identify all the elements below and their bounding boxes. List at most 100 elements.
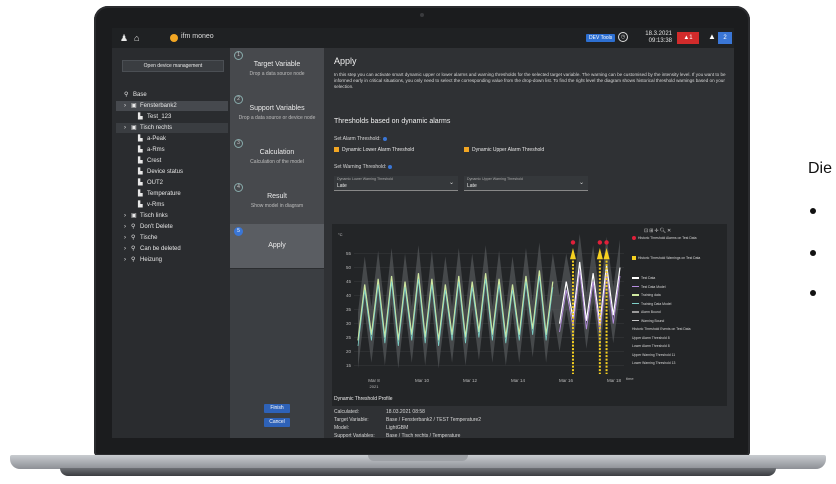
- cancel-button[interactable]: Cancel: [264, 418, 290, 427]
- y-axis-label: °C: [338, 232, 343, 237]
- chevron-right-icon[interactable]: ›: [124, 101, 126, 111]
- legend-entry[interactable]: Lower Alarm Threshold 8: [632, 344, 670, 348]
- tree-item[interactable]: ▙ v-Rms: [116, 200, 228, 210]
- tree-item-label: OUT2: [147, 180, 164, 186]
- chevron-right-icon[interactable]: ›: [124, 211, 126, 221]
- chevron-right-icon[interactable]: ›: [124, 123, 126, 133]
- alarm-count: 1: [689, 35, 693, 41]
- tree-item[interactable]: ⚲ Base: [116, 90, 228, 100]
- legend-entry[interactable]: Historic Threshold Alarms on Test Data: [632, 236, 696, 241]
- reset-icon[interactable]: ✕: [667, 228, 672, 234]
- tree-item[interactable]: ▙ Temperature: [116, 189, 228, 199]
- tree-item[interactable]: ▙ Test_123: [116, 112, 228, 122]
- tree-item[interactable]: › ⚲ Tische: [116, 233, 228, 243]
- tree-item-label: Tisch rechts: [140, 125, 173, 131]
- alarm-marker: [597, 240, 603, 245]
- sensor-icon: ▙: [138, 158, 143, 164]
- wizard-step[interactable]: 4 Result Show model in diagram: [230, 180, 324, 225]
- tree-item[interactable]: › ▣ Tisch links: [116, 211, 228, 221]
- legend-label: Warning Bound: [641, 318, 665, 323]
- chevron-right-icon[interactable]: ›: [124, 233, 126, 243]
- legend-entry[interactable]: Warning Bound: [632, 319, 664, 323]
- y-tick-label: 20: [346, 349, 352, 354]
- tree-item[interactable]: › ▣ Tisch rechts: [116, 123, 228, 133]
- device-icon: ▣: [131, 125, 137, 131]
- step-number: 1: [234, 51, 243, 60]
- legend-entry[interactable]: Training data: [632, 293, 661, 297]
- upper-warning-select[interactable]: Dynamic Upper Warning Threshold Late ⌄: [464, 176, 588, 191]
- open-device-management-button[interactable]: Open device management: [122, 60, 224, 72]
- wizard-step[interactable]: 5 Apply: [230, 224, 324, 269]
- legend-entry[interactable]: Historic Threshold Events on Test Data: [632, 327, 690, 331]
- home-icon[interactable]: ⌂: [134, 33, 139, 43]
- legend-entry[interactable]: Training Data Model: [632, 302, 671, 306]
- profile-value: Base / Tisch rechts / Temperature: [386, 433, 461, 438]
- info-badge[interactable]: 2: [718, 32, 732, 44]
- wizard-step[interactable]: 1 Target Variable Drop a data source node: [230, 48, 324, 93]
- lower-warning-select[interactable]: Dynamic Lower Warning Threshold Late ⌄: [334, 176, 458, 191]
- legend-entry[interactable]: Upper Warning Threshold 11: [632, 353, 675, 357]
- legend-entry[interactable]: Historic Threshold Warnings on Test Data: [632, 256, 700, 261]
- dev-tools-button[interactable]: DEV Tools: [586, 34, 616, 42]
- upper-warning-value: Late: [467, 183, 477, 189]
- legend-swatch: [632, 294, 639, 296]
- laptop-base: [0, 452, 836, 482]
- tree-item[interactable]: › ▣ Fensterbank2: [116, 101, 228, 111]
- datetime: 18.3.2021 09:13:38: [638, 31, 672, 45]
- tree-item[interactable]: ▙ Crest: [116, 156, 228, 166]
- tree-item[interactable]: › ⚲ Heizung: [116, 255, 228, 265]
- sensor-icon: ▙: [138, 147, 143, 153]
- help-icon[interactable]: [382, 136, 387, 141]
- thresholds-heading: Thresholds based on dynamic alarms: [334, 118, 451, 125]
- network-icon: ⚲: [131, 235, 136, 241]
- legend-label: Historic Threshold Events on Test Data: [632, 327, 691, 331]
- tree-item[interactable]: ▙ Device status: [116, 167, 228, 177]
- legend-entry[interactable]: Alarm Bound: [632, 310, 661, 314]
- step-title: Result: [267, 193, 287, 200]
- warning-icon[interactable]: ▲: [708, 32, 716, 41]
- user-icon[interactable]: ♟: [120, 33, 128, 43]
- brand-logo-icon: [170, 34, 178, 42]
- legend-label: Lower Warning Threshold 13: [632, 361, 676, 365]
- tree-item-label: Heizung: [140, 257, 163, 263]
- top-bar: ♟ ⌂ ifm moneo DEV Tools ◷ 18.3.2021 09:1…: [112, 28, 734, 49]
- profile-label: Support Variables:: [334, 433, 375, 438]
- tree-item-label: a-Rms: [147, 147, 165, 153]
- clock-icon[interactable]: ◷: [618, 32, 628, 42]
- legend-entry[interactable]: Test Data Model: [632, 285, 666, 289]
- wizard-step[interactable]: 3 Calculation Calculation of the model: [230, 136, 324, 181]
- checkbox-checked-icon: [464, 147, 469, 153]
- legend-entry[interactable]: Test Data: [632, 276, 655, 280]
- legend-label: Training Data Model: [641, 301, 672, 306]
- y-tick-label: 30: [346, 321, 352, 326]
- tree-item[interactable]: › ⚲ Don't Delete: [116, 222, 228, 232]
- tree-item[interactable]: ▙ OUT2: [116, 178, 228, 188]
- chevron-right-icon[interactable]: ›: [124, 222, 126, 232]
- tree-item[interactable]: › ⚲ Can be deleted: [116, 244, 228, 254]
- legend-label: Upper Alarm Threshold 8: [632, 335, 670, 340]
- device-icon: ▣: [131, 213, 137, 219]
- finish-button[interactable]: Finish: [264, 404, 290, 413]
- step-subtitle: Show model in diagram: [250, 203, 304, 209]
- step-subtitle: Drop a data source node: [249, 71, 305, 77]
- tree-item[interactable]: ▙ a-Rms: [116, 145, 228, 155]
- help-icon[interactable]: [388, 164, 393, 169]
- chevron-right-icon[interactable]: ›: [124, 244, 126, 254]
- wizard-step[interactable]: 2 Support Variables Drop a data source or …: [230, 92, 324, 137]
- upper-alarm-checkbox[interactable]: Dynamic Upper Alarm Threshold: [464, 147, 544, 153]
- legend-entry[interactable]: Upper Alarm Threshold 8: [632, 336, 670, 340]
- legend-entry[interactable]: Lower Warning Threshold 13: [632, 361, 675, 365]
- chevron-right-icon[interactable]: ›: [124, 255, 126, 265]
- x-tick-label: Mar 12: [463, 378, 478, 383]
- tree-item-label: Crest: [147, 158, 162, 164]
- alarm-badge[interactable]: ▲1: [677, 32, 699, 44]
- network-icon: ⚲: [131, 257, 136, 263]
- lower-alarm-checkbox[interactable]: Dynamic Lower Alarm Threshold: [334, 147, 414, 153]
- profile-label: Model:: [334, 425, 350, 431]
- profile-row: Calculated: 18.03.2021 08:58: [334, 409, 425, 415]
- profile-value: Base / Fensterbank2 / TEST Temperature2: [386, 417, 482, 423]
- search-icon[interactable]: 🔍︎: [660, 228, 667, 234]
- upper-warning-caption: Dynamic Upper Warning Threshold: [467, 177, 523, 181]
- step-number: 3: [234, 139, 243, 148]
- tree-item[interactable]: ▙ a-Peak: [116, 134, 228, 144]
